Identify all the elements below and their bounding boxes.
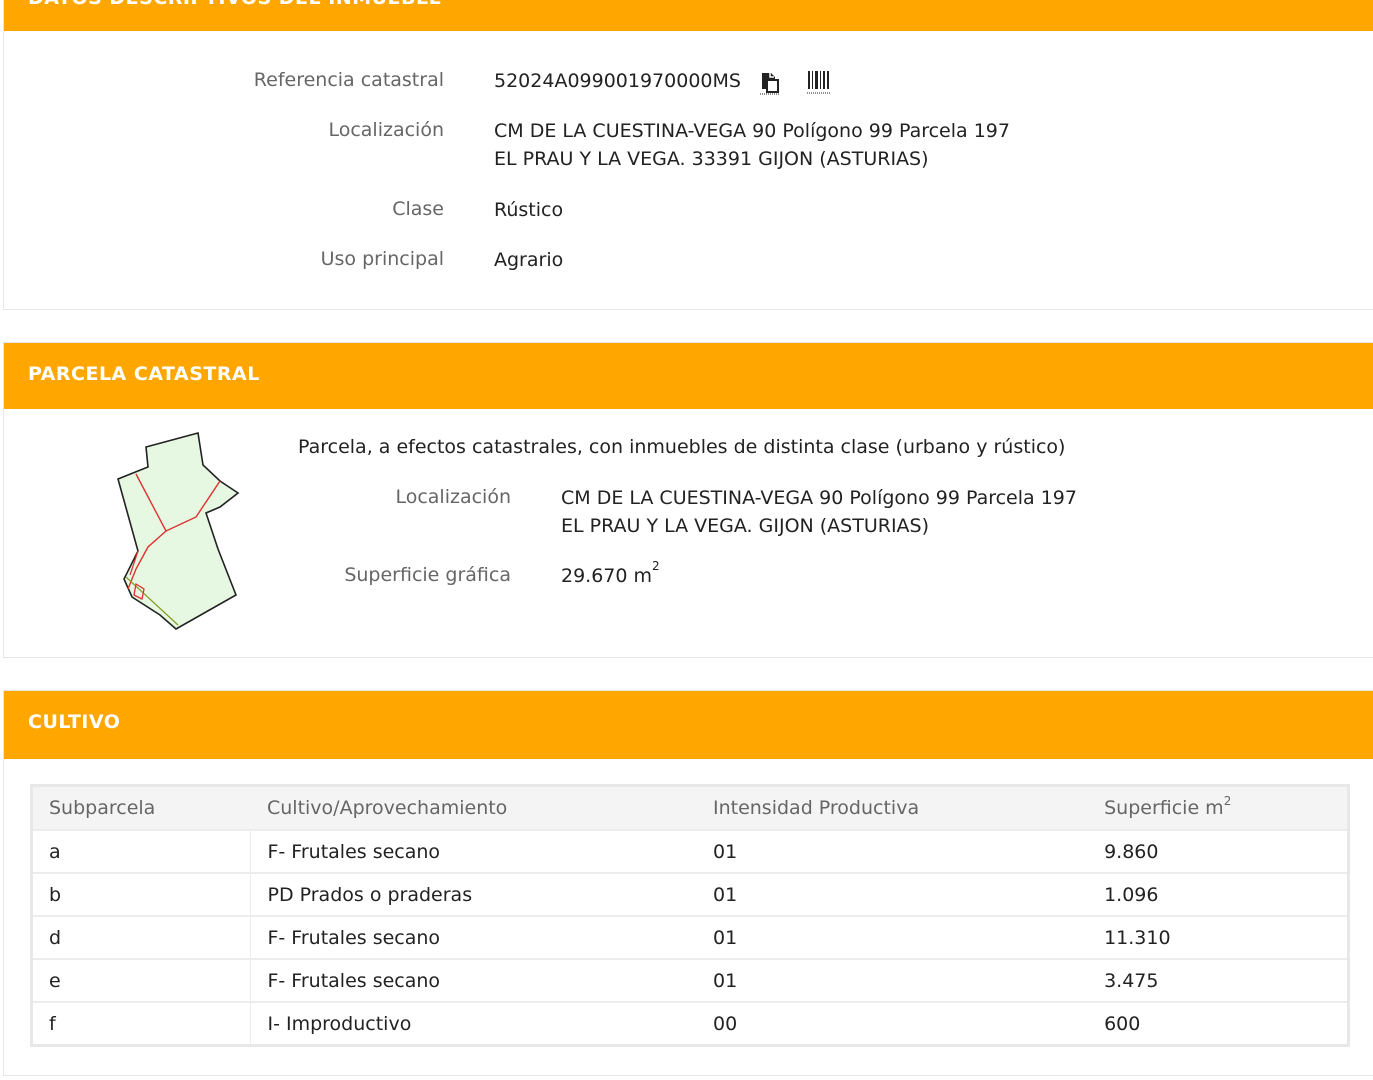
table-row: e F- Frutales secano 01 3.475 — [31, 958, 1349, 1002]
cultivo-panel: CULTIVO Subparcela Cultivo/Aprovechamien… — [3, 690, 1373, 1076]
cell-cultivo: F- Frutales secano — [250, 829, 697, 873]
cell-intensidad: 00 — [696, 1001, 1089, 1046]
parcela-catastral-title: PARCELA CATASTRAL — [28, 363, 260, 385]
localizacion-label: Localización — [328, 119, 444, 141]
localizacion-line1: CM DE LA CUESTINA-VEGA 90 Polígono 99 Pa… — [494, 120, 1010, 142]
ref-catastral-value: 52024A099001970000MS — [494, 70, 741, 92]
cultivo-header: CULTIVO — [4, 691, 1373, 759]
cell-superficie: 1.096 — [1088, 872, 1349, 916]
cell-subparcela: b — [31, 872, 252, 916]
superficie-grafica-label: Superficie gráfica — [344, 564, 511, 586]
table-row: d F- Frutales secano 01 11.310 — [31, 915, 1349, 959]
parcela-catastral-header: PARCELA CATASTRAL — [4, 343, 1373, 409]
table-row: a F- Frutales secano 01 9.860 — [31, 829, 1349, 873]
header-superficie-exponent: 2 — [1223, 794, 1232, 808]
copy-icon[interactable] — [759, 71, 781, 99]
uso-principal-label: Uso principal — [320, 248, 444, 270]
barcode-icon[interactable] — [806, 69, 832, 99]
cell-superficie: 9.860 — [1088, 829, 1349, 873]
cell-cultivo: PD Prados o praderas — [250, 872, 697, 916]
cell-subparcela: d — [31, 915, 252, 959]
table-row: b PD Prados o praderas 01 1.096 — [31, 872, 1349, 916]
cultivo-table: Subparcela Cultivo/Aprovechamiento Inten… — [30, 784, 1350, 1047]
ref-catastral-label: Referencia catastral — [253, 69, 444, 91]
header-subparcela: Subparcela — [31, 785, 251, 831]
cell-subparcela: e — [31, 958, 252, 1002]
parcel-map-image[interactable] — [108, 429, 248, 635]
cell-intensidad: 01 — [696, 829, 1089, 873]
cultivo-title: CULTIVO — [28, 711, 121, 733]
cell-superficie: 600 — [1088, 1001, 1349, 1046]
parcela-localizacion-line2: EL PRAU Y LA VEGA. GIJON (ASTURIAS) — [561, 515, 930, 537]
header-superficie-text: Superficie m — [1104, 797, 1224, 819]
cell-subparcela: a — [31, 829, 252, 873]
table-row: f I- Improductivo 00 600 — [31, 1001, 1349, 1046]
superficie-grafica-value: 29.670 m2 — [561, 559, 660, 590]
uso-principal-value: Agrario — [494, 249, 564, 271]
clase-label: Clase — [392, 198, 444, 220]
datos-descriptivos-panel: DATOS DESCRIPTIVOS DEL INMUEBLE Referenc… — [3, 0, 1373, 310]
datos-descriptivos-title: DATOS DESCRIPTIVOS DEL INMUEBLE — [28, 0, 442, 9]
parcela-localizacion-line1: CM DE LA CUESTINA-VEGA 90 Polígono 99 Pa… — [561, 487, 1077, 509]
cell-intensidad: 01 — [696, 915, 1089, 959]
cell-cultivo: I- Improductivo — [250, 1001, 697, 1046]
cell-cultivo: F- Frutales secano — [250, 915, 697, 959]
cultivo-table-header-row: Subparcela Cultivo/Aprovechamiento Inten… — [31, 785, 1349, 831]
cell-subparcela: f — [31, 1001, 252, 1046]
header-cultivo: Cultivo/Aprovechamiento — [250, 785, 697, 831]
parcela-catastral-panel: PARCELA CATASTRAL Parcela, a efectos cat… — [3, 342, 1373, 658]
cell-cultivo: F- Frutales secano — [250, 958, 697, 1002]
parcela-description: Parcela, a efectos catastrales, con inmu… — [298, 436, 1066, 458]
cell-superficie: 11.310 — [1088, 915, 1349, 959]
superficie-grafica-exponent: 2 — [652, 559, 660, 573]
datos-descriptivos-header: DATOS DESCRIPTIVOS DEL INMUEBLE — [4, 0, 1373, 31]
cell-intensidad: 01 — [696, 958, 1089, 1002]
clase-value: Rústico — [494, 199, 564, 221]
cell-superficie: 3.475 — [1088, 958, 1349, 1002]
parcela-localizacion-label: Localización — [395, 486, 511, 508]
cell-intensidad: 01 — [696, 872, 1089, 916]
header-superficie: Superficie m2 — [1088, 785, 1349, 831]
superficie-grafica-number: 29.670 m — [561, 565, 653, 587]
header-intensidad: Intensidad Productiva — [696, 785, 1089, 831]
localizacion-line2: EL PRAU Y LA VEGA. 33391 GIJON (ASTURIAS… — [494, 148, 929, 170]
